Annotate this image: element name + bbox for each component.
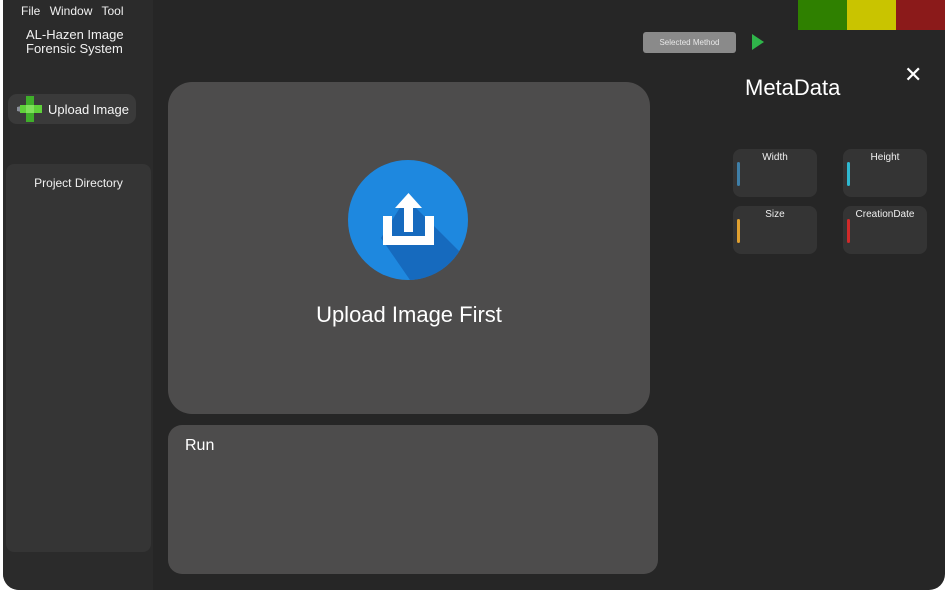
upload-image-button[interactable]: Upload Image: [8, 94, 136, 124]
status-red: [896, 0, 945, 30]
creation-date-label: CreationDate: [855, 209, 915, 220]
metadata-title: MetaData: [745, 75, 841, 100]
play-icon[interactable]: [752, 34, 764, 50]
upload-prompt: Upload Image First: [316, 302, 502, 327]
metadata-size-card: Size: [733, 206, 817, 254]
size-label: Size: [765, 209, 785, 220]
close-icon[interactable]: ✕: [904, 63, 922, 87]
metadata-width-card: Width: [733, 149, 817, 197]
app-title-line1: AL-Hazen Image: [26, 27, 124, 42]
menu-window[interactable]: Window: [50, 4, 93, 18]
metadata-creation-date-card: CreationDate: [843, 206, 927, 254]
size-accent-bar: [737, 219, 740, 243]
app-title-line2: Forensic System: [26, 41, 123, 56]
left-panel: File Window Tool AL-Hazen Image Forensic…: [3, 0, 153, 590]
image-upload-area[interactable]: Upload Image First: [168, 82, 650, 414]
run-label: Run: [185, 437, 215, 454]
status-yellow: [847, 0, 896, 30]
project-directory-label: Project Directory: [34, 176, 123, 190]
selected-method-button[interactable]: Selected Method: [643, 32, 736, 53]
app-window: File Window Tool AL-Hazen Image Forensic…: [3, 0, 945, 590]
height-accent-bar: [847, 162, 850, 186]
width-label: Width: [762, 152, 788, 163]
height-label: Height: [870, 152, 900, 163]
width-accent-bar: [737, 162, 740, 186]
project-directory-panel[interactable]: Project Directory: [6, 164, 151, 552]
status-green: [798, 0, 847, 30]
selected-method-label: Selected Method: [659, 38, 720, 47]
creation-date-accent-bar: [847, 219, 850, 243]
status-color-bar: [798, 0, 945, 30]
menu-file[interactable]: File: [21, 4, 40, 18]
app-title: AL-Hazen Image Forensic System: [26, 28, 124, 56]
menubar: File Window Tool: [21, 4, 130, 18]
metadata-height-card: Height: [843, 149, 927, 197]
upload-icon[interactable]: [348, 160, 468, 280]
plus-icon: [17, 96, 42, 122]
run-panel: Run: [168, 425, 658, 574]
upload-image-label: Upload Image: [48, 101, 129, 117]
menu-tool[interactable]: Tool: [102, 4, 124, 18]
